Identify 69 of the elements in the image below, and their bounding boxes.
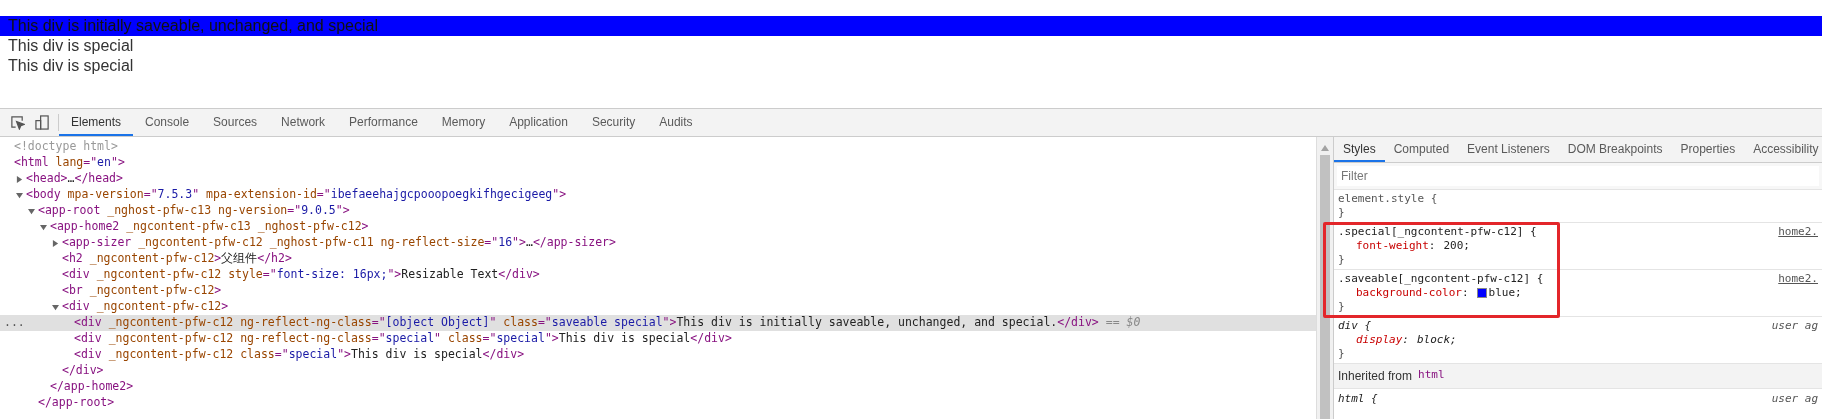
color-swatch[interactable] <box>1476 288 1487 298</box>
css-value[interactable]: blue; <box>1488 286 1522 300</box>
markup-line[interactable]: </app-home2> <box>50 378 134 396</box>
devtools-tab[interactable]: Sources <box>201 109 270 136</box>
devtools-tab[interactable]: Security <box>579 109 648 136</box>
markup-line[interactable]: <h2 _ngcontent-pfw-c12>父组件</h2> <box>62 250 292 268</box>
css-selector: .special[_ngcontent-pfw-c12] { <box>1338 225 1537 239</box>
css-value[interactable]: block; <box>1417 333 1457 347</box>
device-icon[interactable] <box>35 115 50 130</box>
selected-row[interactable]: ... <div _ngcontent-pfw-c12 ng-reflect-ng-class="[object Object]" class="saveable special">This div is initially saveable, unchanged, and special.</div> == $0 <box>0 315 1316 331</box>
devtools-tab[interactable]: Application <box>497 109 580 136</box>
markup-line[interactable]: <app-sizer _ngcontent-pfw-c12 _nghost-pfw-c11 ng-reflect-size="16">…</app-sizer> <box>62 234 616 252</box>
markup-line[interactable]: <html lang="en"> <box>14 154 125 172</box>
collapsed-triangle-icon[interactable] <box>52 239 59 247</box>
expanded-triangle-icon[interactable] <box>40 223 47 231</box>
inherited-label: Inherited from <box>1338 368 1413 385</box>
markup-line[interactable]: <div _ngcontent-pfw-c12> <box>62 298 229 316</box>
markup-line[interactable]: <div _ngcontent-pfw-c12 class="special">This div is special</div> <box>74 346 525 364</box>
colon-text: : <box>1402 333 1409 347</box>
markup-line[interactable]: <div _ngcontent-pfw-c12 ng-reflect-ng-class="[object Object]" class="saveable special">This div is initially saveable, unchanged, and special.</div> == $0 <box>74 314 1141 332</box>
sidebar-tab[interactable]: Properties <box>1671 137 1745 162</box>
css-property[interactable]: display <box>1356 333 1403 347</box>
sidebar-tab[interactable]: Accessibility <box>1744 137 1822 162</box>
css-property[interactable]: font-weight <box>1356 239 1429 253</box>
markup-line[interactable]: <app-root _nghost-pfw-c13 ng-version="9.0.5"> <box>38 202 350 220</box>
sidebar-tab[interactable]: DOM Breakpoints <box>1558 137 1672 162</box>
markup-line[interactable]: <app-home2 _ngcontent-pfw-c13 _nghost-pfw-c12> <box>50 218 369 236</box>
devtools-tab[interactable]: Performance <box>337 109 430 136</box>
closing-brace: } <box>1338 206 1345 219</box>
css-selector: .saveable[_ngcontent-pfw-c12] { <box>1338 272 1544 286</box>
css-selector: div { <box>1338 319 1372 333</box>
collapsed-triangle-icon[interactable] <box>16 175 23 183</box>
filter-field[interactable]: Filter <box>1337 166 1819 186</box>
expanded-triangle-icon[interactable] <box>16 191 23 199</box>
row-menu-dots[interactable]: ... <box>4 317 25 329</box>
markup-line[interactable]: </app-root> <box>38 394 115 412</box>
sidebar-tab[interactable]: Computed <box>1384 137 1459 162</box>
devtools-tab[interactable]: Console <box>133 109 202 136</box>
scrollbar[interactable] <box>1316 137 1333 419</box>
colon-text: : <box>1428 239 1436 253</box>
closing-brace: } <box>1338 347 1345 360</box>
devtools-tab[interactable]: Memory <box>429 109 498 136</box>
closing-brace: } <box>1338 300 1345 313</box>
markup-line[interactable]: <br _ngcontent-pfw-c12> <box>62 282 222 300</box>
text-line: This div is special <box>7 56 135 76</box>
markup-line[interactable]: <head>…</head> <box>26 170 123 188</box>
markup-line[interactable]: <div _ngcontent-pfw-c12 style="font-size: 16px;">Resizable Text</div> <box>62 266 540 284</box>
element-link[interactable]: html <box>1418 367 1445 385</box>
closing-brace: } <box>1338 253 1345 266</box>
markup-line[interactable]: </div> <box>62 362 104 380</box>
css-property[interactable]: background-color <box>1356 286 1462 300</box>
expanded-triangle-icon[interactable] <box>52 303 59 311</box>
css-selector: html { <box>1338 391 1378 407</box>
devtools-tab[interactable]: Audits <box>647 109 705 136</box>
devtools-tab[interactable]: Network <box>269 109 338 136</box>
expanded-triangle-icon[interactable] <box>28 207 35 215</box>
markup-line[interactable]: <body mpa-version="7.5.3" mpa-extension-id="ibefaeehajgcpooopoegkifhgecigeeg"> <box>26 186 567 204</box>
source-link[interactable]: home2. <box>1778 225 1818 239</box>
text-line: This div is special <box>7 36 135 56</box>
source-label: user ag <box>1771 319 1818 333</box>
css-value[interactable]: 200; <box>1443 239 1470 253</box>
css-selector: element.style { <box>1338 192 1438 206</box>
inspect-cursor-icon[interactable] <box>10 115 25 130</box>
markup-line[interactable]: <div _ngcontent-pfw-c12 ng-reflect-ng-class="special" class="special">This div is special</div> <box>74 330 732 348</box>
source-label: user ag <box>1771 391 1818 407</box>
source-link[interactable]: home2. <box>1778 272 1818 286</box>
sidebar-tab[interactable]: Event Listeners <box>1458 137 1559 162</box>
devtools-tab[interactable]: Elements <box>59 109 134 136</box>
colon-text: : <box>1461 286 1469 300</box>
